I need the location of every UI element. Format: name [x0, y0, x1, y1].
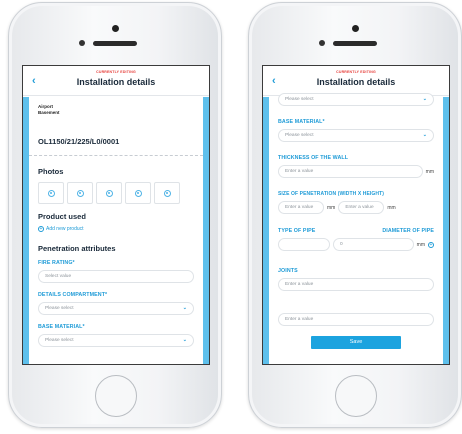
- width-input[interactable]: Enter a value: [278, 201, 324, 214]
- base-material-select[interactable]: Please select ⌄: [278, 129, 434, 142]
- height-placeholder: Enter a value: [345, 205, 374, 210]
- unit-label: mm: [387, 204, 396, 211]
- sensor: [79, 40, 85, 46]
- top-select-value: Please select: [285, 97, 314, 102]
- pipe-diameter-input[interactable]: 0: [333, 238, 414, 251]
- pipe-row: 0 mm +: [278, 238, 434, 251]
- location-line2: Basement: [38, 110, 60, 115]
- joints-label: JOINTS: [278, 268, 298, 274]
- top-select[interactable]: Please select ⌄: [278, 93, 434, 106]
- camera-icon: [105, 189, 113, 197]
- header: ‹ CURRENTLY EDITING Installation details: [23, 66, 209, 96]
- photo-slots: [38, 182, 194, 204]
- pipe-type-select[interactable]: [278, 238, 330, 251]
- front-camera: [112, 25, 119, 32]
- home-button[interactable]: [335, 375, 377, 417]
- fire-rating-placeholder: Select value: [45, 274, 72, 279]
- unit-label: mm: [416, 241, 425, 248]
- base-material-label: BASE MATERIAL*: [38, 324, 85, 330]
- base-material-label: BASE MATERIAL*: [278, 119, 325, 125]
- height-input[interactable]: Enter a value: [338, 201, 385, 214]
- page-title: Installation details: [316, 77, 396, 87]
- extra-input[interactable]: Enter a value: [278, 313, 434, 326]
- fire-rating-label: FIRE RATING*: [38, 260, 75, 266]
- compartment-value: Please select: [45, 306, 74, 311]
- stepper-icon[interactable]: +: [428, 241, 434, 248]
- penetration-size-row: Enter a value mm Enter a value mm: [278, 201, 434, 214]
- phone-right: ‹ CURRENTLY EDITING Installation details…: [248, 2, 462, 428]
- photo-slot[interactable]: [96, 182, 122, 204]
- wall-thickness-row: Enter a value mm: [278, 165, 434, 178]
- photo-slot[interactable]: [154, 182, 180, 204]
- photo-slot[interactable]: [67, 182, 93, 204]
- add-product-label: Add new product: [46, 226, 84, 232]
- fire-rating-input[interactable]: Select value: [38, 270, 194, 283]
- front-camera: [352, 25, 359, 32]
- home-button[interactable]: [95, 375, 137, 417]
- page-title: Installation details: [76, 77, 156, 87]
- add-product-link[interactable]: + Add new product: [38, 226, 194, 232]
- chevron-down-icon: ⌄: [422, 96, 427, 102]
- camera-icon: [47, 189, 55, 197]
- photo-slot[interactable]: [38, 182, 64, 204]
- pipe-labels: TYPE OF PIPE DIAMETER OF PIPE: [278, 228, 434, 234]
- camera-icon: [163, 189, 171, 197]
- chevron-down-icon: ⌄: [182, 337, 187, 343]
- pipe-diameter-label: DIAMETER OF PIPE: [382, 228, 434, 234]
- compartment-select[interactable]: Please select ⌄: [38, 302, 194, 315]
- form-card: Airport Basement OL1150/21/225/L0/0001 P…: [29, 97, 203, 364]
- content-area: Please select ⌄ BASE MATERIAL* Please se…: [263, 93, 449, 364]
- plus-icon: +: [38, 226, 44, 232]
- photo-slot[interactable]: [125, 182, 151, 204]
- chevron-down-icon: ⌄: [182, 305, 187, 311]
- base-material-value: Please select: [45, 338, 74, 343]
- joints-placeholder: Enter a value: [285, 282, 314, 287]
- phone-left: ‹ CURRENTLY EDITING Installation details…: [8, 2, 222, 428]
- header: ‹ CURRENTLY EDITING Installation details: [263, 66, 449, 96]
- editing-label: CURRENTLY EDITING: [96, 70, 136, 74]
- wall-thickness-input[interactable]: Enter a value: [278, 165, 423, 178]
- unit-label: mm: [425, 168, 434, 175]
- chevron-down-icon: ⌄: [422, 132, 427, 138]
- unit-label: mm: [327, 204, 336, 211]
- camera-icon: [76, 189, 84, 197]
- product-title: Product used: [38, 212, 86, 221]
- wall-thickness-placeholder: Enter a value: [285, 169, 314, 174]
- wall-thickness-label: THICKNESS OF THE WALL: [278, 155, 349, 161]
- penetration-size-label: SIZE OF PENETRATION (WIDTH X HEIGHT): [278, 191, 385, 197]
- attributes-title: Penetration attributes: [38, 244, 116, 253]
- form-card: Please select ⌄ BASE MATERIAL* Please se…: [269, 93, 443, 364]
- penetration-code: OL1150/21/225/L0/0001: [38, 137, 120, 146]
- screen-right: ‹ CURRENTLY EDITING Installation details…: [262, 65, 450, 365]
- content-area: Airport Basement OL1150/21/225/L0/0001 P…: [23, 97, 209, 364]
- compartment-label: DETAILS COMPARTMENT*: [38, 292, 108, 298]
- width-placeholder: Enter a value: [285, 205, 314, 210]
- photos-title: Photos: [38, 167, 64, 176]
- pipe-diameter-value: 0: [340, 242, 343, 247]
- location-line1: Airport: [38, 104, 53, 109]
- speaker: [333, 41, 377, 46]
- camera-icon: [134, 189, 142, 197]
- base-material-select[interactable]: Please select ⌄: [38, 334, 194, 347]
- editing-label: CURRENTLY EDITING: [336, 70, 376, 74]
- base-material-value: Please select: [285, 133, 314, 138]
- pipe-type-label: TYPE OF PIPE: [278, 228, 316, 234]
- sensor: [319, 40, 325, 46]
- joints-input[interactable]: Enter a value: [278, 278, 434, 291]
- extra-placeholder: Enter a value: [285, 317, 314, 322]
- screen-left: ‹ CURRENTLY EDITING Installation details…: [22, 65, 210, 365]
- divider: [29, 155, 203, 156]
- save-button[interactable]: Save: [311, 336, 401, 349]
- speaker: [93, 41, 137, 46]
